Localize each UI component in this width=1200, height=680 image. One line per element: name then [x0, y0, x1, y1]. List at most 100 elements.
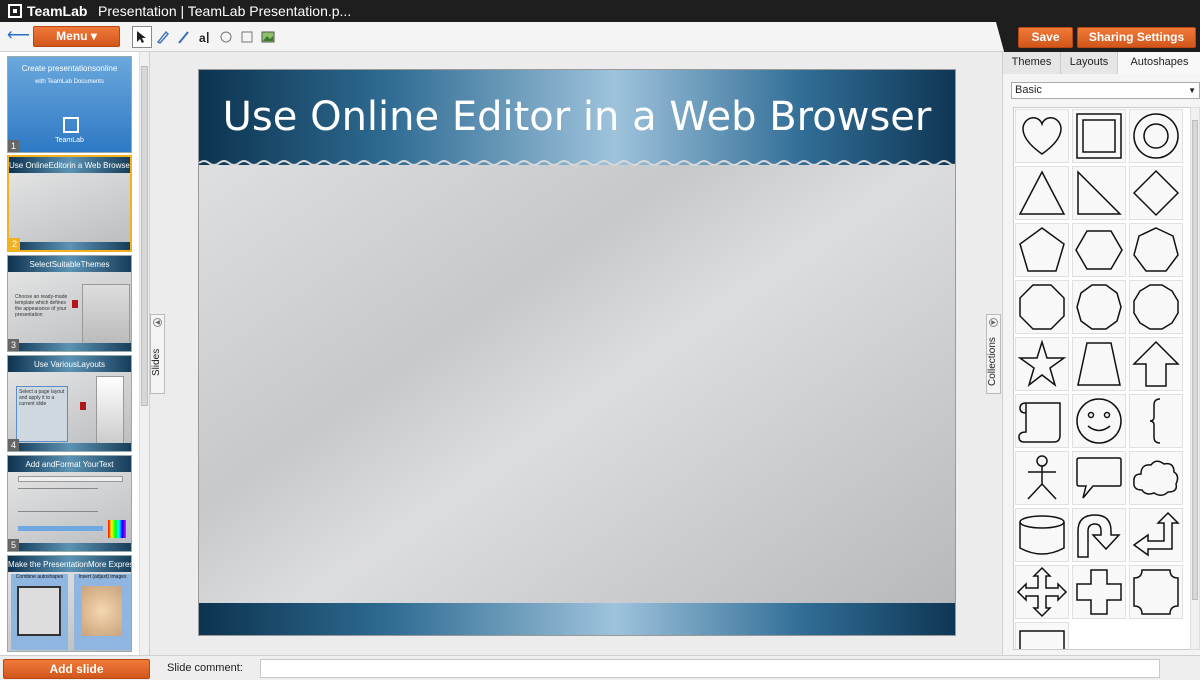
- autoshapes-example: Combine autoshapes: [11, 574, 68, 650]
- slide-thumbnail-1[interactable]: Create presentationsonline with TeamLab …: [7, 56, 132, 153]
- scrollbar-thumb[interactable]: [1192, 120, 1198, 600]
- autoshapes-grid: [1013, 107, 1191, 650]
- up-arrow-icon[interactable]: [1129, 337, 1183, 391]
- octagon-icon[interactable]: [1015, 280, 1069, 334]
- slide-thumbnail-6[interactable]: Make the PresentationMore Expressive Com…: [7, 555, 132, 652]
- example-label: Insert (adjust) images: [78, 574, 127, 580]
- thumbnail-subtitle: with TeamLab Documents: [35, 79, 104, 85]
- tab-autoshapes[interactable]: Autoshapes: [1118, 52, 1200, 74]
- text-lines-image: [18, 488, 98, 512]
- tab-layouts[interactable]: Layouts: [1061, 52, 1118, 74]
- cloud-icon[interactable]: [1129, 451, 1183, 505]
- teamlab-logo-icon: [63, 117, 79, 133]
- bent-up-arrow-icon[interactable]: [1129, 508, 1183, 562]
- donut-icon[interactable]: [1129, 109, 1183, 163]
- collections-panel-toggle[interactable]: ▶ Collections: [986, 314, 1001, 394]
- thumbnail-title: SelectSuitableThemes: [29, 260, 110, 269]
- wavy-edge-top: [199, 160, 955, 166]
- star-icon[interactable]: [1015, 337, 1069, 391]
- triangle-icon[interactable]: [1015, 166, 1069, 220]
- pentagon-icon[interactable]: [1015, 223, 1069, 277]
- plaque-icon[interactable]: [1129, 565, 1183, 619]
- image-icon[interactable]: [258, 26, 278, 48]
- slides-panel-toggle[interactable]: ◀ Slides: [150, 314, 165, 394]
- select-value: Basic: [1015, 84, 1042, 96]
- example-label: Combine autoshapes: [15, 574, 64, 580]
- canvas-area: ◀ Slides Use Online Editor in a Web Brow…: [150, 52, 1002, 655]
- save-button[interactable]: Save: [1018, 27, 1073, 48]
- slide-thumbnail-2[interactable]: Use OnlineEditorin a Web Browser 2: [7, 155, 132, 252]
- toolbar: ⟵ Menu ▾ a Save Sharing Settings: [0, 22, 1200, 52]
- text-box-icon[interactable]: a: [195, 26, 215, 48]
- right-triangle-icon[interactable]: [1072, 166, 1126, 220]
- teamlab-logo[interactable]: TeamLab: [0, 3, 98, 19]
- thumbnail-title: Create presentationsonline: [21, 64, 118, 73]
- teamlab-logo-icon: [8, 4, 22, 18]
- autoshapes-scrollbar[interactable]: [1190, 107, 1200, 650]
- rectangle-shape-icon[interactable]: [1015, 622, 1069, 649]
- select-pointer-icon[interactable]: [132, 26, 152, 48]
- highlighter-icon[interactable]: [174, 26, 194, 48]
- logo-text: TeamLab: [27, 3, 88, 19]
- arrow-icon: [72, 300, 78, 308]
- tab-themes[interactable]: Themes: [1003, 52, 1061, 74]
- rectangle-icon[interactable]: [237, 26, 257, 48]
- collapse-icon[interactable]: ◀: [153, 318, 162, 327]
- thumbnail-title: Make the PresentationMore Expressive: [8, 560, 131, 569]
- dodecagon-icon[interactable]: [1129, 280, 1183, 334]
- thumbnail-footer-band: [9, 242, 130, 250]
- back-arrow-icon[interactable]: ⟵: [7, 28, 30, 46]
- slide-number: 3: [8, 339, 19, 351]
- expand-icon[interactable]: ▶: [989, 318, 998, 327]
- slide-thumbnail-3[interactable]: SelectSuitableThemes Choose an ready-mad…: [7, 255, 132, 352]
- brace-icon[interactable]: [1129, 394, 1183, 448]
- slide-number: 1: [8, 140, 19, 152]
- svg-text:a: a: [199, 31, 206, 44]
- thumbnail-title: Use VariousLayouts: [34, 360, 105, 369]
- pen-icon[interactable]: [153, 26, 173, 48]
- layout-preview-image: Select a page layout and apply it to a c…: [16, 386, 68, 442]
- slide-thumbnail-5[interactable]: Add andFormat YourText 5: [7, 455, 132, 552]
- trapezoid-icon[interactable]: [1072, 337, 1126, 391]
- slide-comment-label: Slide comment:: [167, 662, 243, 674]
- document-title: Presentation | TeamLab Presentation.p...: [98, 3, 352, 19]
- ellipse-icon[interactable]: [216, 26, 236, 48]
- right-panel-tabs: Themes Layouts Autoshapes: [1003, 52, 1200, 74]
- slide-number: 4: [8, 439, 19, 451]
- arrow-icon: [80, 402, 86, 410]
- thumbnail-footer-band: [8, 443, 131, 451]
- quad-arrow-icon[interactable]: [1015, 565, 1069, 619]
- chevron-down-icon: ▼: [1188, 86, 1196, 95]
- stick-figure-icon[interactable]: [1015, 451, 1069, 505]
- frame-icon[interactable]: [1072, 109, 1126, 163]
- slide-thumbnail-4[interactable]: Use VariousLayouts Select a page layout …: [7, 355, 132, 452]
- slides-scrollbar[interactable]: [139, 52, 149, 655]
- speech-bubble-icon[interactable]: [1072, 451, 1126, 505]
- sharing-settings-button[interactable]: Sharing Settings: [1077, 27, 1196, 48]
- thumbnail-logo-text: TeamLab: [55, 137, 84, 144]
- layouts-list-image: [96, 376, 124, 444]
- cylinder-icon[interactable]: [1015, 508, 1069, 562]
- right-panel: Themes Layouts Autoshapes Basic ▼: [1002, 52, 1200, 655]
- music-shape-image: [17, 586, 61, 636]
- collections-tab-label: Collections: [987, 337, 998, 387]
- slide-title[interactable]: Use Online Editor in a Web Browser: [199, 94, 955, 140]
- menu-button[interactable]: Menu ▾: [33, 26, 120, 47]
- heptagon-icon[interactable]: [1129, 223, 1183, 277]
- diamond-icon[interactable]: [1129, 166, 1183, 220]
- plus-icon[interactable]: [1072, 565, 1126, 619]
- slide-comment-input[interactable]: [260, 659, 1160, 678]
- current-slide[interactable]: Use Online Editor in a Web Browser: [198, 69, 956, 636]
- heart-icon[interactable]: [1015, 109, 1069, 163]
- u-turn-arrow-icon[interactable]: [1072, 508, 1126, 562]
- smiley-icon[interactable]: [1072, 394, 1126, 448]
- editor-toolbar-image: [18, 476, 123, 482]
- add-slide-button[interactable]: Add slide: [3, 659, 150, 679]
- hexagon-icon[interactable]: [1072, 223, 1126, 277]
- shape-category-select[interactable]: Basic ▼: [1011, 82, 1200, 99]
- scroll-icon[interactable]: [1015, 394, 1069, 448]
- thumbnail-footer-band: [8, 543, 131, 551]
- scrollbar-thumb[interactable]: [141, 66, 148, 406]
- decagon-icon[interactable]: [1072, 280, 1126, 334]
- highlight-bar: [18, 526, 103, 531]
